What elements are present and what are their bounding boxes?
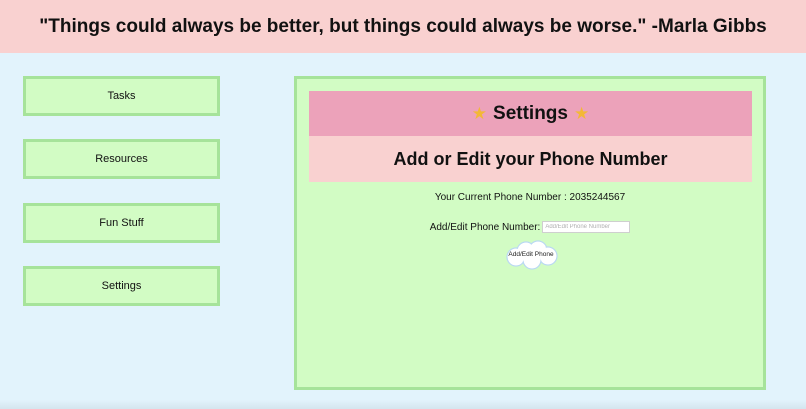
- settings-title-bar: ★ Settings ★: [309, 91, 752, 136]
- star-icon: ★: [471, 104, 488, 123]
- nav-resources-button[interactable]: Resources: [23, 139, 220, 179]
- nav-fun-stuff-label: Fun Stuff: [99, 217, 144, 229]
- add-edit-phone-button[interactable]: Add/Edit Phone: [502, 240, 560, 270]
- nav-fun-stuff-button[interactable]: Fun Stuff: [23, 203, 220, 243]
- nav-tasks-label: Tasks: [107, 90, 136, 102]
- quote-banner: "Things could always be better, but thin…: [0, 0, 806, 53]
- phone-section-heading: Add or Edit your Phone Number: [309, 136, 752, 182]
- quote-text: "Things could always be better, but thin…: [39, 15, 767, 37]
- nav-settings-label: Settings: [101, 280, 142, 292]
- star-icon: ★: [573, 104, 590, 123]
- phone-number-input[interactable]: [542, 221, 631, 233]
- phone-field-label: Add/Edit Phone Number:: [429, 221, 541, 233]
- nav-resources-label: Resources: [95, 153, 148, 165]
- add-edit-phone-label: Add/Edit Phone: [508, 251, 554, 258]
- bottom-edge: [0, 400, 806, 409]
- settings-title: Settings: [493, 102, 568, 124]
- phone-section-title: Add or Edit your Phone Number: [393, 148, 668, 169]
- current-phone-text: Your Current Phone Number : 2035244567: [434, 192, 626, 203]
- settings-panel: ★ Settings ★ Add or Edit your Phone Numb…: [294, 76, 766, 390]
- nav-settings-button[interactable]: Settings: [23, 266, 220, 306]
- phone-form-row: Add/Edit Phone Number:: [297, 221, 763, 233]
- nav-tasks-button[interactable]: Tasks: [23, 76, 220, 116]
